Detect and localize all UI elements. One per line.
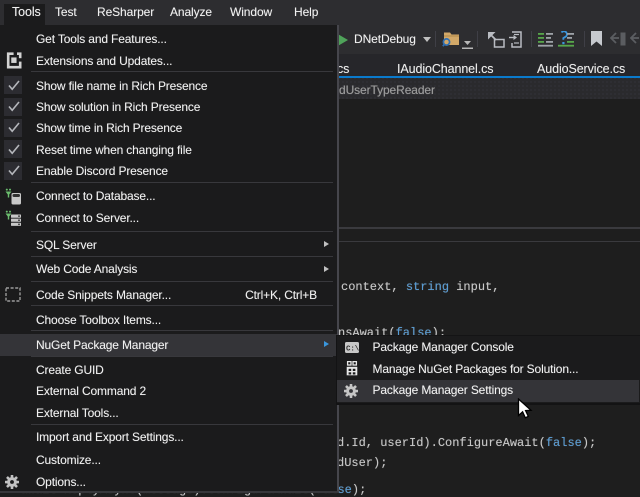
svg-text:C:\: C:\ [346,345,359,353]
